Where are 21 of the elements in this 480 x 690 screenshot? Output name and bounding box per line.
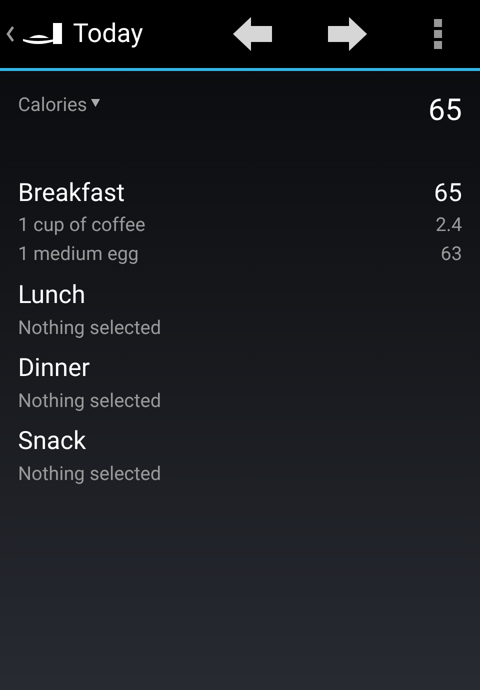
meal-name: Lunch [18, 280, 86, 312]
menu-icon [434, 19, 442, 49]
food-item: 1 cup of coffee [18, 212, 146, 238]
left-arrow-icon [233, 16, 273, 52]
dropdown-caret-icon [91, 99, 100, 107]
meal-name: Breakfast [18, 178, 125, 210]
meal-name: Snack [18, 426, 86, 458]
food-calories: 2.4 [436, 212, 462, 238]
food-item: 1 medium egg [18, 241, 139, 268]
empty-note: Nothing selected [18, 388, 162, 414]
empty-note: Nothing selected [18, 461, 162, 487]
meal-total: 65 [434, 178, 462, 210]
back-caret-icon [6, 25, 15, 43]
screen-title: Today [73, 18, 144, 50]
meal-name: Dinner [18, 353, 90, 386]
right-arrow-icon [327, 16, 367, 52]
nutrient-dropdown[interactable]: Calories [18, 91, 100, 119]
total-value: 65 [428, 93, 462, 129]
food-calories: 63 [440, 241, 462, 268]
plate-cup-icon [21, 21, 63, 47]
empty-note: Nothing selected [18, 315, 162, 341]
